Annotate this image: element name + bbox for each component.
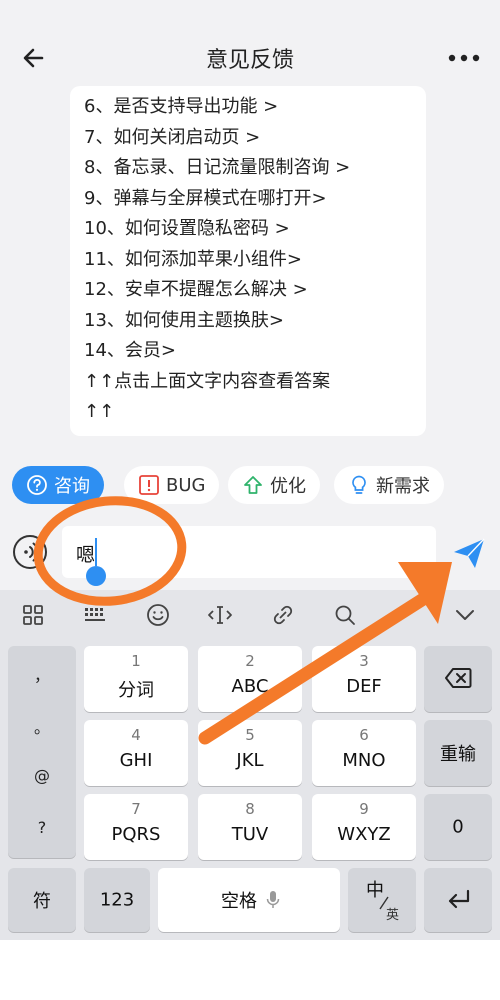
- voice-icon[interactable]: [12, 534, 48, 570]
- zero-key-label: 0: [452, 816, 464, 838]
- category-new-demand[interactable]: 新需求: [334, 466, 444, 504]
- key-4[interactable]: 4 GHI: [84, 720, 188, 786]
- symbol-key[interactable]: 符: [8, 868, 76, 932]
- category-new-demand-label: 新需求: [376, 476, 430, 497]
- backspace-key[interactable]: [424, 646, 492, 712]
- bottom-strip: [0, 940, 500, 1000]
- faq-hint: ↑↑点击上面文字内容查看答案: [84, 370, 331, 392]
- chevron-down-icon[interactable]: [452, 602, 478, 628]
- faq-item-traffic[interactable]: 8、备忘录、日记流量限制咨询 >: [84, 153, 426, 184]
- language-switch-key[interactable]: 中 英: [348, 868, 416, 932]
- key-7-num: 7: [131, 800, 141, 818]
- category-row: 咨询 BUG 优化 新需求: [12, 466, 500, 506]
- key-9[interactable]: 9 WXYZ: [312, 794, 416, 860]
- key-5[interactable]: 5 JKL: [198, 720, 302, 786]
- key-7-label: PQRS: [111, 824, 161, 845]
- retype-key-label: 重输: [440, 744, 476, 765]
- faq-card: 6、是否支持导出功能 > 7、如何关闭启动页 > 8、备忘录、日记流量限制咨询 …: [70, 86, 426, 436]
- retype-key[interactable]: 重输: [424, 720, 492, 786]
- punct-at[interactable]: @: [8, 766, 76, 785]
- key-4-label: GHI: [119, 750, 153, 771]
- page-title: 意见反馈: [205, 48, 294, 73]
- alert-square-icon: [139, 475, 159, 495]
- punct-period[interactable]: 。: [8, 714, 76, 738]
- clipboard-link-icon[interactable]: [270, 602, 296, 628]
- faq-item-member[interactable]: 14、会员>: [84, 336, 426, 367]
- faq-item-danmaku[interactable]: 9、弹幕与全屏模式在哪打开>: [84, 184, 426, 215]
- key-3-num: 3: [359, 652, 369, 670]
- emoji-icon[interactable]: [145, 602, 171, 628]
- faq-item-theme[interactable]: 13、如何使用主题换肤>: [84, 306, 426, 337]
- key-1-label: 分词: [118, 680, 154, 701]
- question-icon: [27, 475, 47, 495]
- key-3-label: DEF: [346, 676, 382, 697]
- message-input[interactable]: 嗯: [62, 526, 436, 586]
- key-8[interactable]: 8 TUV: [198, 794, 302, 860]
- category-bug[interactable]: BUG: [124, 466, 220, 504]
- key-8-label: TUV: [231, 824, 269, 845]
- key-7[interactable]: 7 PQRS: [84, 794, 188, 860]
- enter-icon: [448, 889, 470, 909]
- cursor-move-icon[interactable]: [207, 602, 233, 628]
- key-3[interactable]: 3 DEF: [312, 646, 416, 712]
- space-key[interactable]: 空格: [158, 868, 340, 932]
- key-5-label: JKL: [236, 750, 264, 771]
- faq-item-export[interactable]: 6、是否支持导出功能 >: [84, 92, 426, 123]
- key-1-num: 1: [131, 652, 141, 670]
- faq-item-android[interactable]: 12、安卓不提醒怎么解决 >: [84, 275, 426, 306]
- keyboard-toolbar: [0, 590, 500, 640]
- search-icon[interactable]: [332, 602, 358, 628]
- category-optimize[interactable]: 优化: [228, 466, 320, 504]
- category-consult[interactable]: 咨询: [12, 466, 104, 504]
- punct-question[interactable]: ?: [8, 818, 76, 837]
- category-bug-label: BUG: [166, 474, 206, 496]
- more-icon[interactable]: [446, 46, 482, 70]
- keyboard-layout-icon[interactable]: [82, 602, 108, 628]
- keyboard: ， 。 @ ? 1 分词 2 ABC 3 DEF 4 GHI 5 JKL 6 M…: [0, 590, 500, 940]
- key-9-num: 9: [359, 800, 369, 818]
- message-input-text: 嗯: [76, 544, 96, 566]
- microphone-icon: [266, 891, 280, 908]
- faq-item-widget[interactable]: 11、如何添加苹果小组件>: [84, 245, 426, 276]
- punctuation-column: ， 。 @ ?: [8, 646, 76, 858]
- category-consult-label: 咨询: [54, 476, 90, 497]
- key-2-label: ABC: [231, 676, 269, 697]
- key-4-num: 4: [131, 726, 141, 744]
- caret-handle[interactable]: [86, 566, 106, 586]
- category-optimize-label: 优化: [270, 476, 306, 497]
- up-arrow-icon: [244, 476, 262, 494]
- faq-item-splash[interactable]: 7、如何关闭启动页 >: [84, 123, 426, 154]
- backspace-icon: [445, 668, 472, 688]
- key-9-label: WXYZ: [337, 824, 391, 845]
- message-input-row: 嗯: [0, 516, 500, 588]
- faq-hint-arrows: ↑↑: [84, 401, 115, 422]
- lightbulb-icon: [352, 475, 366, 494]
- key-8-num: 8: [245, 800, 255, 818]
- punct-comma[interactable]: ，: [8, 662, 76, 686]
- key-2-num: 2: [245, 652, 255, 670]
- key-2[interactable]: 2 ABC: [198, 646, 302, 712]
- faq-item-privacy[interactable]: 10、如何设置隐私密码 >: [84, 214, 426, 245]
- key-5-num: 5: [245, 726, 255, 744]
- space-key-label: 空格: [221, 891, 257, 912]
- header-bar: 意见反馈: [0, 0, 500, 90]
- lang-alt-label: 英: [386, 908, 400, 923]
- send-icon[interactable]: [450, 534, 488, 572]
- key-6-num: 6: [359, 726, 369, 744]
- key-6-label: MNO: [342, 750, 386, 771]
- enter-key[interactable]: [424, 868, 492, 932]
- text-caret: [95, 538, 97, 566]
- key-6[interactable]: 6 MNO: [312, 720, 416, 786]
- symbol-key-label: 符: [33, 891, 51, 912]
- key-1[interactable]: 1 分词: [84, 646, 188, 712]
- grid-menu-icon[interactable]: [20, 602, 46, 628]
- zero-key[interactable]: 0: [424, 794, 492, 860]
- screen: 意见反馈 6、是否支持导出功能 > 7、如何关闭启动页 > 8、备忘录、日记流量…: [0, 0, 500, 1000]
